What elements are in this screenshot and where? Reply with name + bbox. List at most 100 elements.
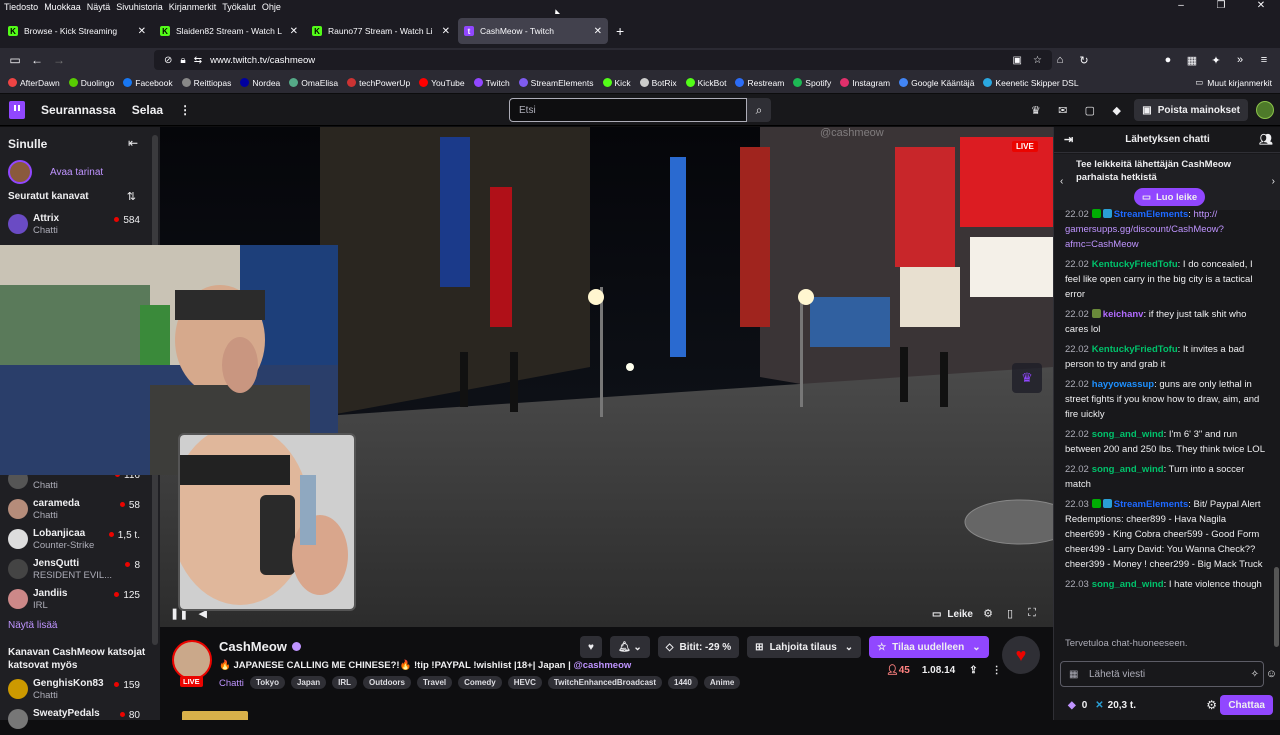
notifications-button[interactable]: 🔔︎ ⌄ — [609, 636, 650, 658]
menu-file[interactable]: Tiedosto — [4, 2, 38, 12]
bookmark-item[interactable]: Google Kääntäjä — [899, 78, 974, 88]
inbox-icon[interactable]: ✉ — [1049, 104, 1076, 117]
home-icon[interactable]: ⌂ — [1048, 54, 1072, 66]
url-bar[interactable]: ⊘ 🔒︎ ⇆ www.twitch.tv/cashmeow ▣ ☆ — [154, 50, 1052, 70]
more-options-icon[interactable]: ⋮ — [992, 665, 1002, 676]
msg-user[interactable]: KentuckyFriedTofu — [1092, 259, 1178, 270]
tag[interactable]: Comedy — [458, 676, 502, 689]
bookmark-item[interactable]: BotRix — [639, 78, 677, 88]
tag[interactable]: IRL — [332, 676, 357, 689]
bits-icon[interactable]: ◆ — [1103, 104, 1130, 117]
create-clip-button[interactable]: ▭ Luo leike — [1134, 188, 1206, 206]
app-menu-icon[interactable]: ≡ — [1252, 54, 1276, 66]
channel-points[interactable]: ◆ 0 ✕ 20,3 t. — [1068, 700, 1136, 711]
picture-in-picture-icon[interactable]: ▣ — [1013, 55, 1022, 66]
chat-settings-icon[interactable]: ⚙ — [1206, 698, 1217, 712]
channel-avatar[interactable] — [172, 640, 212, 680]
msg-user[interactable]: KentuckyFriedTofu — [1092, 344, 1178, 355]
menu-view[interactable]: Näytä — [87, 2, 111, 12]
category-link[interactable]: Chatti — [219, 678, 244, 689]
chat-scrollbar[interactable] — [1274, 567, 1279, 647]
msg-user[interactable]: hayyowassup — [1092, 379, 1154, 390]
bookmark-item[interactable]: Reittiopas — [181, 78, 231, 88]
tag[interactable]: HEVC — [507, 676, 542, 689]
community-icon[interactable]: 👥︎ — [1259, 133, 1273, 146]
tag[interactable]: TwitchEnhancedBroadcast — [547, 676, 663, 689]
extension-badge-icon[interactable]: ▦ — [1180, 54, 1204, 67]
chat-send-button[interactable]: Chattaa — [1220, 695, 1273, 715]
sidebar-channel-jensqutti[interactable]: JensQutti RESIDENT EVIL... 8 — [8, 557, 140, 585]
close-window-icon[interactable]: ✕ — [1244, 0, 1278, 11]
twitch-logo-icon[interactable] — [9, 100, 25, 119]
nav-following[interactable]: Seurannassa — [41, 103, 116, 117]
sparkle-icon[interactable]: ✧ — [1251, 669, 1259, 680]
search-input[interactable]: Etsi — [509, 98, 747, 122]
follow-button[interactable]: ♥ — [580, 636, 602, 658]
share-icon[interactable]: ⇪ — [969, 665, 977, 676]
sidebar-channel-carameda[interactable]: carameda Chatti 58 — [8, 497, 140, 525]
bookmark-item[interactable]: OmaElisa — [289, 78, 338, 88]
back-icon[interactable]: ← — [26, 53, 48, 67]
restore-icon[interactable]: ❐ — [1204, 0, 1238, 11]
msg-user[interactable]: song_and_wind — [1092, 579, 1164, 590]
msg-user[interactable]: song_and_wind — [1092, 429, 1164, 440]
sidebar-channel-jandiis[interactable]: Jandiis IRL 125 — [8, 587, 140, 615]
bookmark-item[interactable]: Restream — [735, 78, 784, 88]
bookmark-item[interactable]: Duolingo — [68, 78, 114, 88]
menu-edit[interactable]: Muokkaa — [44, 2, 81, 12]
tracking-shield-icon[interactable]: ⊘ — [164, 55, 172, 66]
resubscribe-button[interactable]: ☆ Tilaa uudelleen ⌄ — [869, 636, 989, 658]
msg-user[interactable]: StreamElements — [1114, 499, 1188, 510]
bookmark-item[interactable]: Instagram — [840, 78, 890, 88]
bookmark-item[interactable]: Spotify — [793, 78, 831, 88]
user-avatar[interactable] — [1256, 101, 1274, 119]
bookmark-item[interactable]: Twitch — [473, 78, 510, 88]
bookmark-item[interactable]: KickBot — [685, 78, 726, 88]
stories-entry[interactable]: Avaa tarinat — [8, 160, 103, 184]
minimize-icon[interactable]: – — [1164, 0, 1198, 11]
chevron-right-icon[interactable]: › — [1272, 176, 1275, 187]
msg-user[interactable]: song_and_wind — [1092, 464, 1164, 475]
bookmark-item[interactable]: techPowerUp — [347, 78, 410, 88]
chevron-left-icon[interactable]: ‹ — [1060, 176, 1063, 187]
bookmark-item[interactable]: Nordea — [240, 78, 280, 88]
crown-icon[interactable]: ♛ — [1012, 363, 1042, 393]
chat-input[interactable]: ▦ Lähetä viesti ✧ ☺ — [1060, 661, 1277, 687]
sidebar-channel-genghiskon83[interactable]: GenghisKon83 Chatti 159 — [8, 677, 140, 705]
prime-crown-icon[interactable]: ♛ — [1022, 104, 1049, 117]
tab-cashmeow[interactable]: t CashMeow - Twitch ✕ — [458, 18, 608, 44]
reload-icon[interactable]: ↻ — [1072, 54, 1096, 67]
close-tab-icon[interactable]: ✕ — [290, 26, 298, 37]
title-handle-link[interactable]: @cashmeow — [573, 660, 631, 671]
emote-icon[interactable]: ☺ — [1266, 668, 1277, 680]
nav-browse[interactable]: Selaa — [132, 103, 163, 117]
new-tab-icon[interactable]: + — [616, 23, 624, 39]
extensions-icon[interactable]: ✦ — [1204, 54, 1228, 67]
other-bookmarks[interactable]: ▭ Muut kirjanmerkit — [1195, 77, 1272, 88]
bookmark-item[interactable]: Keenetic Skipper DSL — [983, 78, 1079, 88]
more-icon[interactable]: ⋮ — [179, 103, 191, 117]
overflow-icon[interactable]: » — [1228, 54, 1252, 66]
msg-user[interactable]: keichanv — [1103, 309, 1144, 320]
tag[interactable]: 1440 — [668, 676, 698, 689]
sort-icon[interactable]: ⇅ — [127, 190, 136, 203]
collapse-chat-icon[interactable]: ⇥ — [1064, 133, 1073, 146]
menu-bookmarks[interactable]: Kirjanmerkit — [169, 2, 217, 12]
channel-name-heading[interactable]: CashMeow — [219, 639, 301, 654]
show-more-link[interactable]: Näytä lisää — [8, 620, 57, 631]
sidebar-toggle-icon[interactable]: ▭ — [4, 53, 26, 67]
bookmark-item[interactable]: YouTube — [419, 78, 465, 88]
close-tab-icon[interactable]: ✕ — [138, 26, 146, 37]
chat-badge-icon[interactable]: ▦ — [1069, 669, 1078, 680]
tab-kick-browse[interactable]: K Browse - Kick Streaming ✕ — [2, 18, 152, 44]
bookmark-item[interactable]: Facebook — [123, 78, 173, 88]
tag[interactable]: Anime — [703, 676, 741, 689]
search-button[interactable]: ⌕ — [747, 98, 771, 122]
sidebar-channel-lobanjicaa[interactable]: Lobanjicaa Counter-Strike 1,5 t. — [8, 527, 140, 555]
close-tab-icon[interactable]: ✕ — [442, 26, 450, 37]
bookmark-star-icon[interactable]: ☆ — [1033, 55, 1042, 66]
sidebar-channel-attrix[interactable]: Attrix Chatti 584 — [8, 212, 140, 240]
menu-help[interactable]: Ohje — [262, 2, 281, 12]
channel-name[interactable]: CashMeow — [219, 639, 287, 654]
bookmark-item[interactable]: AfterDawn — [8, 78, 60, 88]
